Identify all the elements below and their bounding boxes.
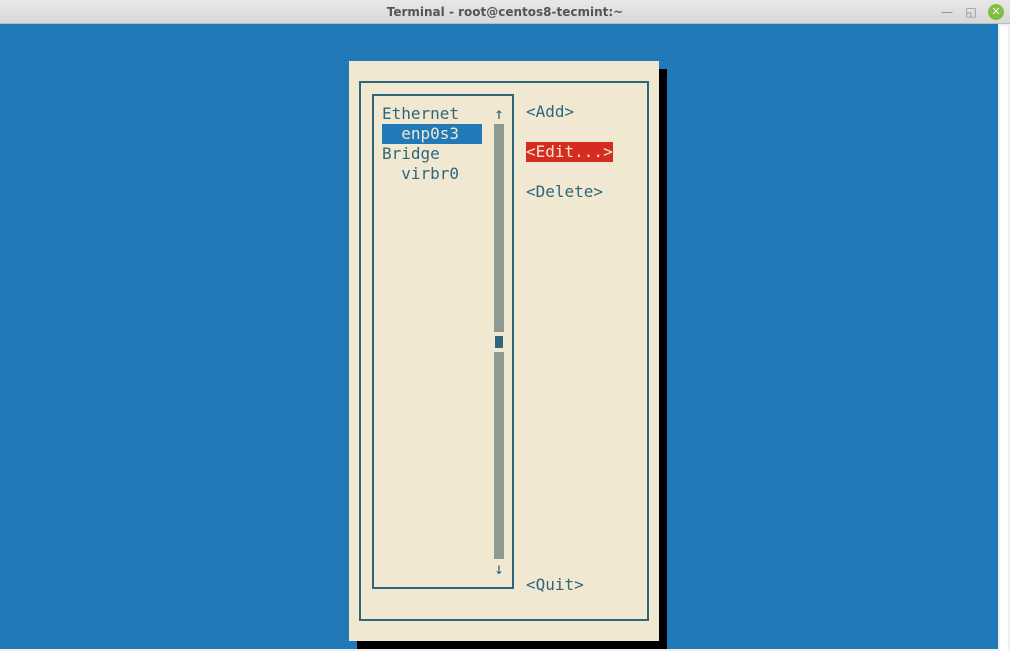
connection-listbox[interactable]: Ethernet enp0s3Bridge virbr0 ↑ ↓ <box>372 94 514 589</box>
connection-type-label: Ethernet <box>382 104 482 124</box>
dialog-border: Ethernet enp0s3Bridge virbr0 ↑ ↓ <Add> <box>359 81 649 621</box>
terminal-viewport: Ethernet enp0s3Bridge virbr0 ↑ ↓ <Add> <box>0 24 1010 649</box>
quit-button[interactable]: <Quit> <box>526 575 584 595</box>
connection-list: Ethernet enp0s3Bridge virbr0 <box>382 104 482 184</box>
maximize-icon[interactable]: ◱ <box>964 5 978 19</box>
add-button[interactable]: <Add> <box>526 102 636 122</box>
dialog-side-buttons: <Add> <Edit...> <Delete> <box>526 102 636 202</box>
scroll-track[interactable] <box>494 124 504 559</box>
connection-item[interactable]: enp0s3 <box>382 124 482 144</box>
scroll-handle[interactable] <box>494 332 504 352</box>
listbox-scrollbar[interactable]: ↑ ↓ <box>494 104 504 579</box>
scroll-up-arrow-icon[interactable]: ↑ <box>494 104 504 124</box>
window-titlebar: Terminal - root@centos8-tecmint:~ — ◱ ✕ <box>0 0 1010 24</box>
connection-item[interactable]: virbr0 <box>382 164 482 184</box>
terminal-scrollbar-thumb[interactable] <box>1000 26 1008 651</box>
edit-button[interactable]: <Edit...> <box>526 142 613 162</box>
close-icon[interactable]: ✕ <box>988 4 1004 20</box>
window-controls: — ◱ ✕ <box>940 4 1004 20</box>
delete-button[interactable]: <Delete> <box>526 182 636 202</box>
window-title: Terminal - root@centos8-tecmint:~ <box>387 5 623 19</box>
nmtui-dialog: Ethernet enp0s3Bridge virbr0 ↑ ↓ <Add> <box>349 61 659 641</box>
minimize-icon[interactable]: — <box>940 5 954 19</box>
terminal-scrollbar[interactable] <box>998 24 1010 649</box>
scroll-handle-block-icon <box>495 336 503 348</box>
scroll-segment-bottom <box>494 352 504 559</box>
scroll-segment-top <box>494 124 504 332</box>
connection-type-label: Bridge <box>382 144 482 164</box>
scroll-down-arrow-icon[interactable]: ↓ <box>494 559 504 579</box>
